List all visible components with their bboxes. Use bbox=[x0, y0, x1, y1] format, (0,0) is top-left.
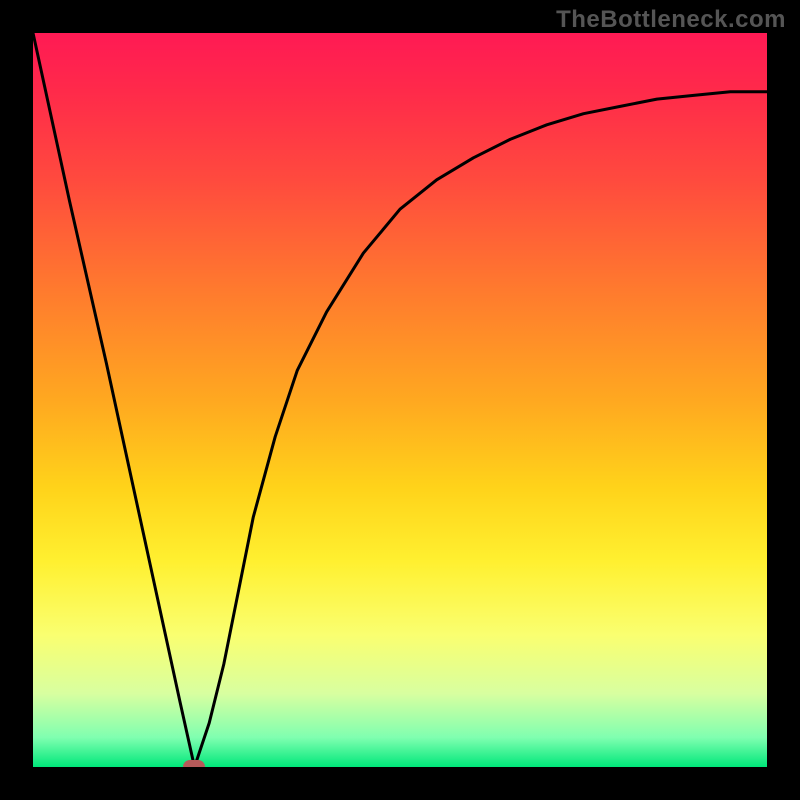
plot-area bbox=[33, 33, 767, 767]
curve-path bbox=[33, 33, 767, 767]
chart-frame: TheBottleneck.com bbox=[0, 0, 800, 800]
min-marker bbox=[183, 760, 205, 767]
curve-svg bbox=[33, 33, 767, 767]
watermark-text: TheBottleneck.com bbox=[556, 6, 786, 34]
